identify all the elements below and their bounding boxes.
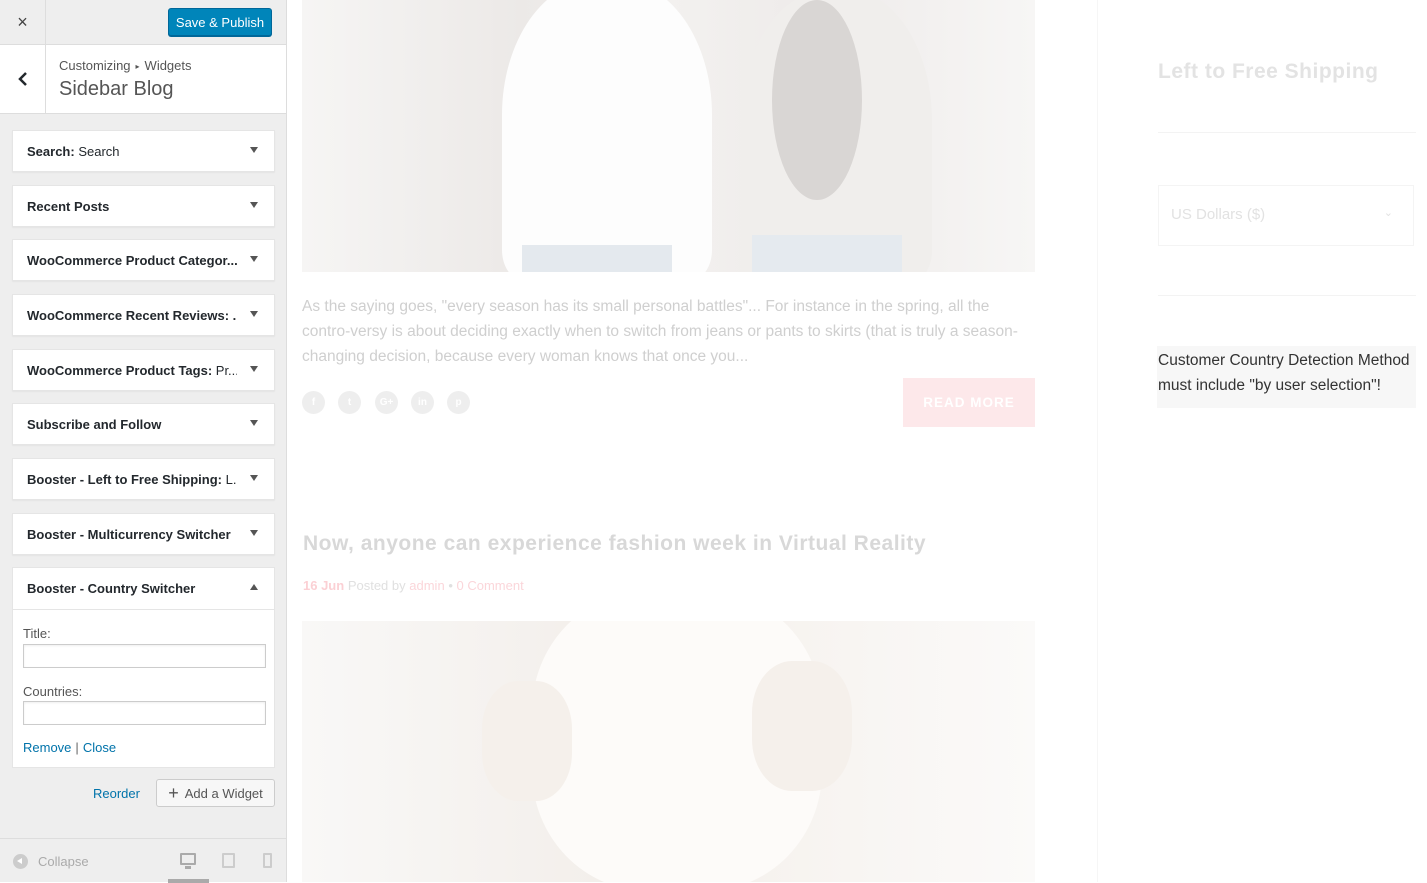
widget-recent-reviews[interactable]: WooCommerce Recent Reviews: ...	[12, 294, 275, 336]
widget-subtitle: Search	[74, 144, 120, 159]
posted-by-label: Posted by	[347, 578, 406, 593]
add-widget-button[interactable]: + Add a Widget	[156, 779, 275, 807]
reorder-link[interactable]: Reorder	[93, 786, 140, 801]
widget-title: Booster - Country Switcher	[27, 581, 196, 596]
collapse-arrow-icon[interactable]	[250, 584, 258, 590]
widget-product-categories[interactable]: WooCommerce Product Categor...	[12, 239, 275, 281]
widget-title: WooCommerce Recent Reviews: ...	[27, 308, 237, 323]
widget-title: WooCommerce Product Categor...	[27, 253, 237, 268]
post-date: 16 Jun	[303, 578, 345, 593]
widget-multicurrency-switcher[interactable]: Booster - Multicurrency Switcher	[12, 513, 275, 555]
twitter-icon[interactable]: t	[338, 391, 361, 414]
divider	[1158, 295, 1416, 296]
widget-subtitle: L...	[225, 472, 237, 487]
collapse-icon[interactable]	[13, 854, 28, 869]
breadcrumb: Customizing ▸ Widgets	[59, 58, 192, 73]
countries-field[interactable]	[23, 701, 266, 725]
widget-country-switcher: Booster - Country Switcher Title: Countr…	[12, 567, 275, 768]
divider	[1158, 132, 1416, 133]
expand-arrow-icon[interactable]	[250, 202, 258, 208]
actions-separator: |	[75, 740, 79, 755]
widget-title: WooCommerce Product Tags:	[27, 363, 213, 378]
widget-title: Subscribe and Follow	[27, 417, 162, 432]
post-featured-image	[302, 0, 1035, 272]
active-device-indicator	[168, 879, 209, 883]
post-featured-image	[302, 621, 1035, 882]
read-more-button[interactable]: READ MORE	[903, 378, 1035, 427]
page-title: Sidebar Blog	[59, 78, 174, 100]
breadcrumb-current: Widgets	[144, 58, 192, 73]
plus-icon: +	[168, 783, 179, 803]
expand-arrow-icon[interactable]	[250, 420, 258, 426]
title-field[interactable]	[23, 644, 266, 668]
free-shipping-title: Left to Free Shipping	[1158, 60, 1379, 83]
remove-link[interactable]: Remove	[23, 740, 71, 755]
currency-select-value: US Dollars ($)	[1171, 206, 1266, 223]
close-link[interactable]: Close	[83, 740, 116, 755]
pinterest-icon[interactable]: p	[447, 391, 470, 414]
widget-title: Search:	[27, 144, 75, 159]
expand-arrow-icon[interactable]	[250, 256, 258, 262]
tablet-preview-icon[interactable]	[222, 853, 235, 868]
title-field-label: Title:	[23, 626, 51, 641]
expand-arrow-icon[interactable]	[250, 475, 258, 481]
widget-title: Booster - Left to Free Shipping:	[27, 472, 222, 487]
post-author[interactable]: admin	[409, 578, 444, 593]
linkedin-icon[interactable]: in	[411, 391, 434, 414]
post-title[interactable]: Now, anyone can experience fashion week …	[303, 532, 926, 556]
widget-recent-posts[interactable]: Recent Posts	[12, 185, 275, 227]
breadcrumb-separator-icon: ▸	[135, 62, 140, 71]
expand-arrow-icon[interactable]	[250, 530, 258, 536]
site-preview: As the saying goes, "every season has it…	[287, 0, 1427, 882]
post-excerpt: As the saying goes, "every season has it…	[302, 298, 1018, 365]
widget-header[interactable]: Booster - Country Switcher	[13, 568, 274, 610]
breadcrumb-parent: Customizing	[59, 58, 131, 73]
widget-subscribe-follow[interactable]: Subscribe and Follow	[12, 403, 275, 445]
meta-bullet: •	[448, 578, 453, 593]
customizer-sidebar: × Save & Publish Customizing ▸ Widgets Sid…	[0, 0, 287, 883]
currency-select[interactable]: US Dollars ($) ⌄	[1158, 185, 1414, 246]
save-publish-button[interactable]: Save & Publish	[168, 8, 272, 36]
countries-field-label: Countries:	[23, 684, 83, 699]
add-widget-label: Add a Widget	[184, 785, 263, 801]
expand-arrow-icon[interactable]	[250, 147, 258, 153]
widget-subtitle: Pr...	[212, 363, 237, 378]
widget-product-tags[interactable]: WooCommerce Product Tags: Pr...	[12, 349, 275, 391]
country-detection-notice: Customer Country Detection Method must i…	[1157, 346, 1416, 408]
widget-free-shipping[interactable]: Booster - Left to Free Shipping: L...	[12, 458, 275, 500]
post-meta: 16 Jun Posted by admin • 0 Comment	[303, 578, 524, 593]
panel-title-bar: Customizing ▸ Widgets Sidebar Blog	[0, 45, 286, 114]
expand-arrow-icon[interactable]	[250, 366, 258, 372]
facebook-icon[interactable]: f	[302, 391, 325, 414]
expand-arrow-icon[interactable]	[250, 311, 258, 317]
back-icon[interactable]	[0, 45, 46, 113]
customizer-footer: Collapse	[0, 838, 286, 883]
widget-title: Recent Posts	[27, 199, 110, 214]
widget-actions: Remove | Close	[23, 740, 116, 755]
preview-sidebar: Left to Free Shipping US Dollars ($) ⌄ C…	[1097, 0, 1427, 882]
widget-search[interactable]: Search: Search	[12, 130, 275, 172]
close-icon[interactable]: ×	[0, 0, 46, 44]
desktop-preview-icon[interactable]	[180, 853, 196, 869]
collapse-button[interactable]: Collapse	[38, 854, 89, 869]
chevron-down-icon: ⌄	[1383, 207, 1393, 219]
mobile-preview-icon[interactable]	[263, 853, 272, 868]
customizer-header: × Save & Publish	[0, 0, 286, 45]
post-comments[interactable]: 0 Comment	[457, 578, 524, 593]
widget-title: Booster - Multicurrency Switcher	[27, 527, 231, 542]
google-plus-icon[interactable]: G+	[375, 391, 398, 414]
